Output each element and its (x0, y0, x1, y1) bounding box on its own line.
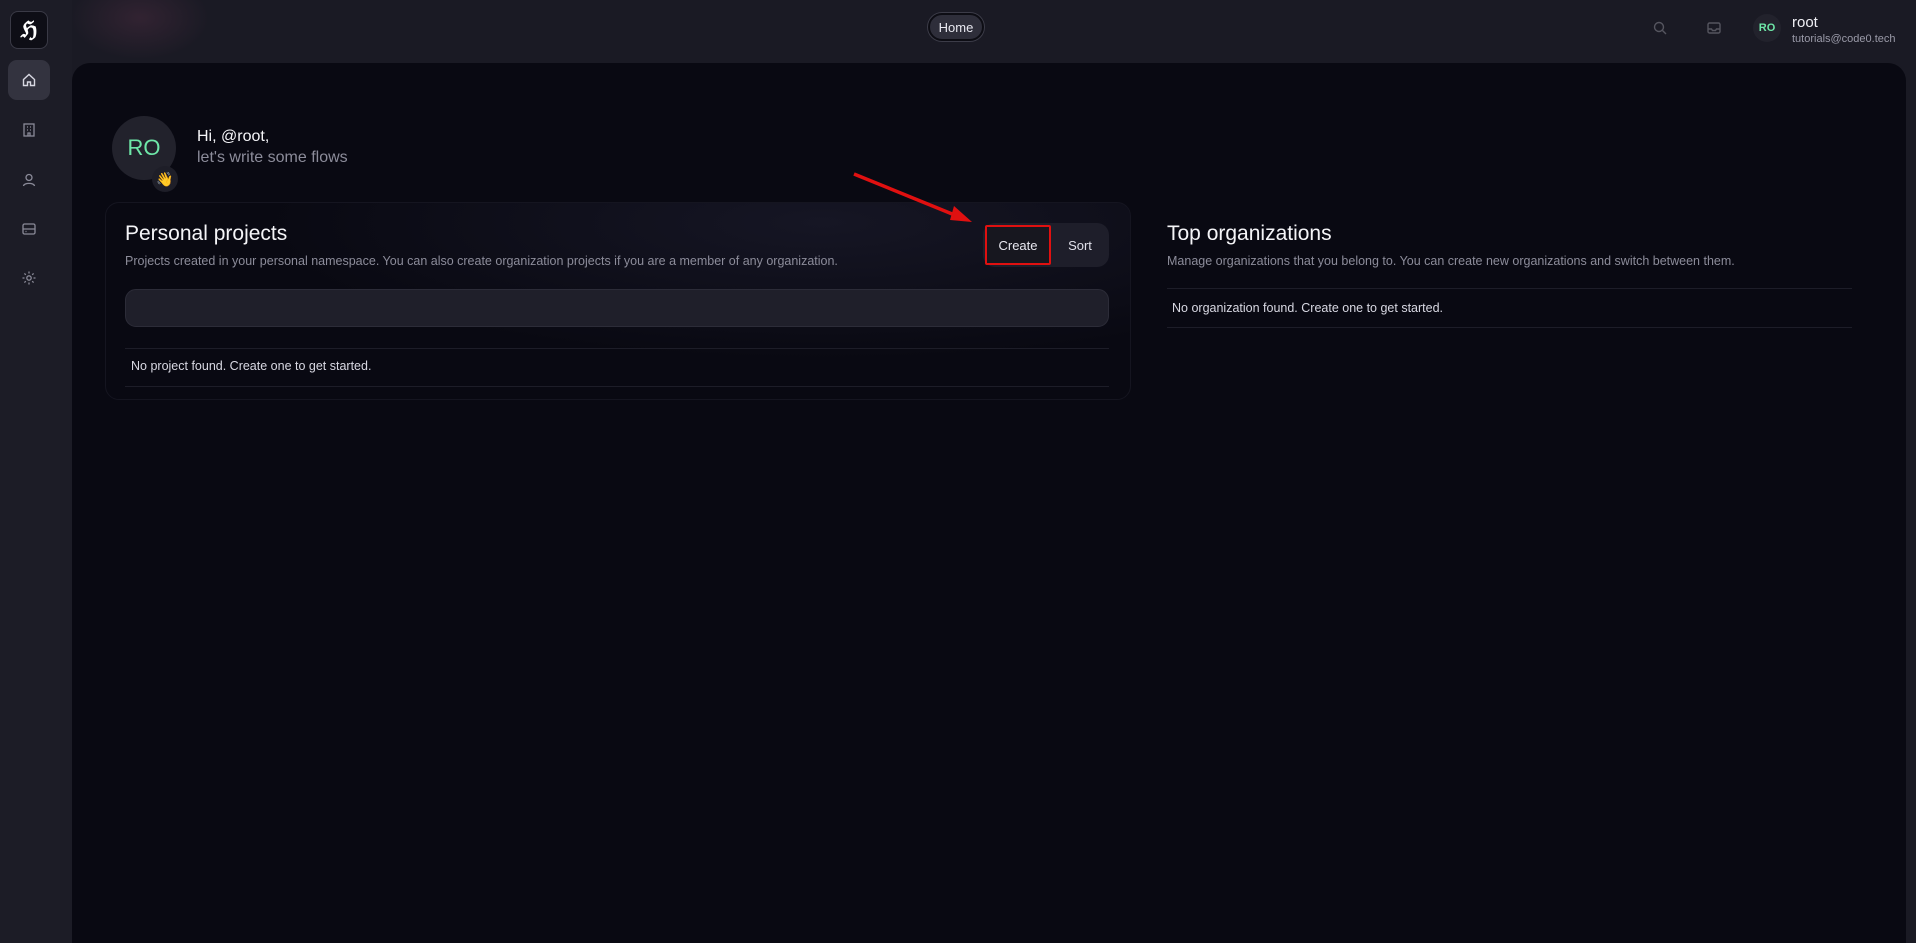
logo-glyph: ℌ (20, 17, 38, 43)
user-email: tutorials@code0.tech (1792, 33, 1896, 45)
sidebar: ℌ (0, 0, 72, 943)
home-icon (22, 73, 36, 87)
projects-empty-message: No project found. Create one to get star… (131, 359, 372, 373)
personal-projects-title: Personal projects (125, 222, 288, 245)
create-project-button[interactable]: Create (985, 225, 1051, 265)
sidebar-item-organizations[interactable] (8, 110, 50, 150)
greeting-subtitle: let's write some flows (197, 149, 348, 166)
top-organizations-title: Top organizations (1167, 222, 1332, 245)
sidebar-item-home[interactable] (8, 60, 50, 100)
app-logo[interactable]: ℌ (10, 11, 48, 49)
user-icon (22, 173, 36, 187)
sort-projects-button[interactable]: Sort (1052, 225, 1108, 265)
top-organizations-description: Manage organizations that you belong to.… (1167, 254, 1735, 268)
wave-emoji: 👋 (152, 166, 178, 192)
search-icon[interactable] (1652, 20, 1668, 36)
project-search-input[interactable] (125, 289, 1109, 327)
divider (125, 386, 1109, 387)
greeting-title: Hi, @root, (197, 128, 270, 145)
user-name: root (1792, 14, 1818, 31)
annotation-arrow (853, 172, 972, 222)
breadcrumb-home[interactable]: Home (928, 13, 984, 41)
inbox-icon[interactable] (1706, 20, 1722, 36)
organizations-empty-message: No organization found. Create one to get… (1172, 301, 1444, 315)
divider (125, 348, 1109, 349)
divider (1167, 288, 1852, 289)
divider (1167, 327, 1852, 328)
server-icon (22, 223, 36, 235)
header-glow (70, 0, 210, 60)
user-avatar[interactable]: RO (1753, 14, 1781, 42)
building-icon (23, 123, 35, 137)
sidebar-item-settings[interactable] (8, 258, 50, 298)
personal-projects-description: Projects created in your personal namesp… (125, 254, 838, 268)
main-content (72, 63, 1906, 943)
sidebar-item-storage[interactable] (8, 209, 50, 249)
sidebar-item-profile[interactable] (8, 160, 50, 200)
gear-icon (22, 271, 36, 285)
